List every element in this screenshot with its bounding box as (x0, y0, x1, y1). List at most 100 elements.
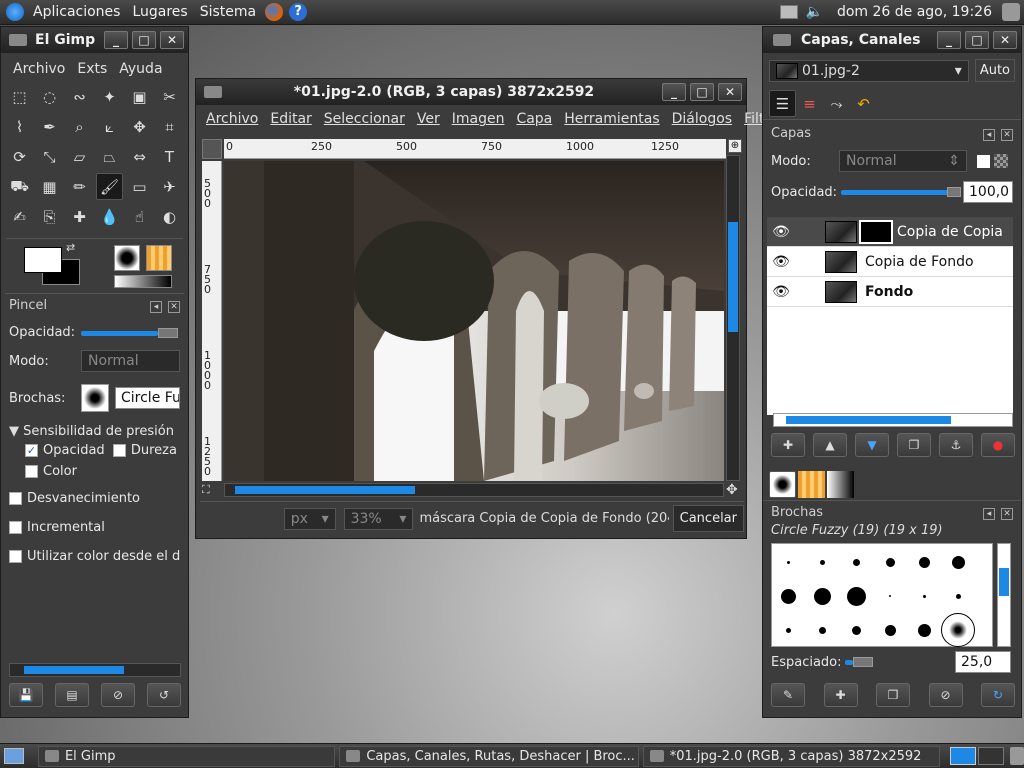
brush-name-field[interactable]: Circle Fuz (115, 387, 180, 409)
brushes-dock-close-icon[interactable]: ✕ (1001, 508, 1013, 520)
new-brush-button[interactable]: ✚ (823, 683, 858, 707)
expander-arrow-icon[interactable]: ▼ (9, 424, 19, 439)
opacity-slider[interactable] (81, 327, 180, 338)
image-menu-item[interactable]: Capa (510, 111, 558, 127)
smudge-tool-icon[interactable]: ☝ (126, 203, 153, 230)
image-menu-item[interactable]: Seleccionar (318, 111, 411, 127)
minimize-button[interactable]: _ (104, 31, 128, 49)
workspace-switcher[interactable] (950, 747, 977, 765)
show-desktop-icon[interactable] (4, 748, 24, 764)
scissors-tool-icon[interactable]: ✂ (156, 83, 183, 110)
distro-logo-icon[interactable] (6, 3, 24, 21)
layer-row[interactable]: 👁 Copia de Fondo (767, 247, 1013, 277)
pattern-indicator[interactable] (146, 245, 172, 271)
flip-tool-icon[interactable]: ⇔ (126, 143, 153, 170)
pressure-header[interactable]: ▼ Sensibilidad de presión (5, 418, 184, 441)
brush-swatch[interactable] (818, 626, 826, 634)
eye-icon[interactable]: 👁 (767, 254, 795, 270)
ruler-corner[interactable] (202, 139, 222, 159)
image-menu-item[interactable]: Editar (264, 111, 317, 127)
zoom-toggle-icon[interactable]: ⊕ (728, 139, 742, 153)
brush-swatch[interactable] (884, 624, 896, 636)
brush-swatch[interactable] (941, 613, 975, 647)
paintbrush-tool-icon[interactable]: 🖌 (96, 173, 123, 200)
gradient-indicator[interactable] (114, 275, 172, 288)
brush-swatch[interactable] (846, 586, 866, 606)
image-close-button[interactable]: ✕ (718, 83, 742, 101)
menu-ayuda[interactable]: Ayuda (113, 61, 168, 77)
layer-mask-thumbnail[interactable] (859, 219, 893, 244)
layers-close-button[interactable]: ✕ (993, 31, 1017, 49)
image-canvas[interactable] (224, 161, 724, 481)
image-window-menu-icon[interactable] (204, 86, 222, 98)
eraser-tool-icon[interactable]: ▭ (126, 173, 153, 200)
duplicate-brush-button[interactable]: ❐ (876, 683, 910, 707)
image-maximize-button[interactable]: □ (690, 83, 714, 101)
brush-swatch[interactable] (852, 558, 860, 566)
fade-checkbox[interactable] (9, 492, 22, 505)
menu-system[interactable]: Sistema (194, 4, 262, 20)
image-menu-item[interactable]: Diálogos (666, 111, 738, 127)
image-titlebar[interactable]: *01.jpg-2.0 (RGB, 3 capas) 3872x2592 _ □… (196, 79, 746, 105)
clone-tool-icon[interactable]: ⎘ (36, 203, 63, 230)
brush-vscrollbar[interactable] (997, 543, 1011, 647)
hardness-checkbox[interactable] (112, 444, 126, 457)
layers-titlebar[interactable]: Capas, Canales _ □ ✕ (763, 27, 1021, 53)
spacing-slider[interactable] (845, 657, 875, 667)
image-menu-item[interactable]: Archivo (200, 111, 264, 127)
image-vscrollbar[interactable] (726, 155, 740, 481)
brush-swatch[interactable] (851, 625, 861, 635)
layer-opacity-value[interactable]: 100,0 (963, 181, 1013, 203)
user-icon[interactable] (1002, 3, 1020, 21)
toolbox-hscrollbar[interactable] (9, 663, 181, 677)
clock[interactable]: dom 26 de ago, 19:26 (831, 4, 998, 20)
close-button[interactable]: ✕ (160, 31, 184, 49)
toolbox-titlebar[interactable]: El Gimp _ □ ✕ (1, 27, 188, 53)
brush-grid[interactable] (771, 543, 993, 647)
volume-icon[interactable]: 🔈 (806, 4, 823, 20)
rotate-tool-icon[interactable]: ⟳ (6, 143, 33, 170)
image-menu-item[interactable]: Ver (411, 111, 446, 127)
color-checkbox[interactable] (25, 465, 38, 478)
move-tool-icon[interactable]: ✥ (126, 113, 153, 140)
swap-colors-icon[interactable]: ⇄ (66, 241, 75, 254)
color-picker-tool-icon[interactable]: ✒ (36, 113, 63, 140)
trash-icon[interactable] (1010, 747, 1024, 765)
eye-icon[interactable]: 👁 (767, 224, 795, 240)
dodge-burn-tool-icon[interactable]: ◐ (156, 203, 183, 230)
brush-swatch[interactable] (786, 560, 790, 564)
heal-tool-icon[interactable]: ✚ (66, 203, 93, 230)
layer-row[interactable]: 👁 Copia de Copia (767, 217, 1013, 247)
zoom-select[interactable]: 33% ▾ (343, 507, 414, 530)
image-menu-item[interactable]: Herramientas (558, 111, 665, 127)
edit-brush-button[interactable]: ✎ (771, 683, 805, 707)
duplicate-layer-button[interactable]: ❐ (897, 433, 931, 457)
vertical-ruler[interactable]: 500 750 1000 1250 (202, 161, 222, 481)
raise-layer-button[interactable]: ▲ (813, 433, 847, 457)
menu-places[interactable]: Lugares (126, 4, 193, 20)
tab-brushes[interactable] (769, 471, 796, 498)
scale-tool-icon[interactable]: ⤡ (36, 143, 63, 170)
image-select[interactable]: 01.jpg-2 ▾ (769, 59, 969, 82)
bucket-fill-tool-icon[interactable]: ⛟ (6, 173, 33, 200)
dock-menu-icon[interactable]: ◂ (150, 301, 162, 313)
anchor-layer-button[interactable]: ⚓ (939, 433, 973, 457)
convolve-tool-icon[interactable]: 💧 (96, 203, 123, 230)
free-select-tool-icon[interactable]: ∾ (66, 83, 93, 110)
restore-options-button[interactable]: ▤ (55, 683, 89, 707)
horizontal-ruler[interactable]: 0 250 500 750 1000 1250 (224, 139, 726, 159)
delete-options-button[interactable]: ⊘ (101, 683, 135, 707)
brushes-dock-menu-icon[interactable]: ◂ (983, 508, 995, 520)
brush-swatch[interactable] (813, 587, 831, 605)
maximize-button[interactable]: □ (132, 31, 156, 49)
layers-minimize-button[interactable]: _ (937, 31, 961, 49)
brush-indicator[interactable] (114, 245, 140, 271)
dock-close-icon[interactable]: ✕ (168, 301, 180, 313)
delete-brush-button[interactable]: ⊘ (928, 683, 963, 707)
tab-gradients[interactable] (827, 471, 854, 498)
pencil-tool-icon[interactable]: ✏ (66, 173, 93, 200)
spacing-value[interactable]: 25,0 (955, 651, 1011, 673)
refresh-brushes-button[interactable]: ↻ (981, 683, 1015, 707)
eye-icon[interactable]: 👁 (767, 284, 795, 300)
layers-maximize-button[interactable]: □ (965, 31, 989, 49)
